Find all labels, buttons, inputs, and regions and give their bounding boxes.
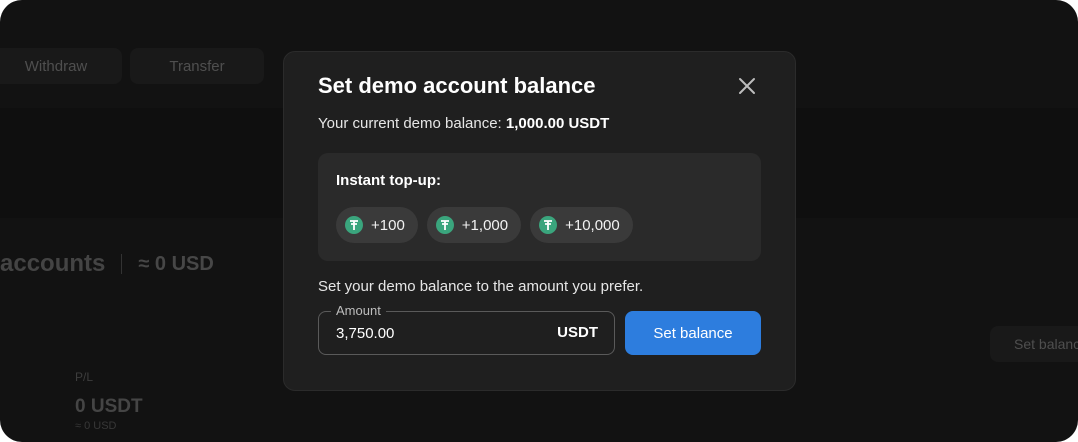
topup-chip-1000[interactable]: +1,000: [426, 207, 522, 243]
close-button[interactable]: [733, 72, 761, 100]
topup-chips: +100 +1,000 +10,000: [336, 207, 633, 243]
set-balance-button[interactable]: Set balance: [625, 311, 761, 355]
pl-value: 0 USDT: [75, 396, 143, 417]
topup-chip-100[interactable]: +100: [336, 207, 418, 243]
tether-icon: [435, 216, 454, 234]
current-balance: Your current demo balance: 1,000.00 USDT: [318, 114, 609, 134]
tether-icon: [345, 216, 363, 234]
topup-label: Instant top-up:: [336, 172, 441, 189]
accounts-heading: accounts ≈ 0 USD: [0, 250, 214, 278]
balance-amount: 1,000.00 USDT: [505, 115, 610, 132]
divider: [121, 254, 123, 274]
set-demo-balance-modal: Set demo account balance Your current de…: [283, 51, 796, 391]
close-icon: [739, 78, 755, 94]
background-set-balance-button: Set balance: [990, 326, 1078, 362]
pl-sub-value: ≈ 0 USD: [75, 420, 117, 432]
amount-input[interactable]: [336, 312, 536, 354]
pl-label: P/L: [75, 370, 94, 384]
amount-field: Amount USDT: [318, 302, 615, 355]
balance-prefix: Your current demo balance:: [318, 115, 502, 132]
chip-label: +100: [371, 216, 405, 234]
transfer-button: Transfer: [130, 48, 264, 84]
amount-unit: USDT: [557, 324, 598, 341]
modal-title: Set demo account balance: [318, 73, 596, 98]
app-frame: Withdraw Transfer accounts ≈ 0 USD Set b…: [0, 0, 1078, 442]
chip-label: +1,000: [461, 216, 509, 234]
tether-icon: [539, 216, 558, 234]
withdraw-button: Withdraw: [0, 48, 122, 84]
instant-topup-panel: Instant top-up: +100 +1,000 +10,000: [318, 153, 761, 261]
accounts-total: ≈ 0 USD: [138, 252, 214, 275]
chip-label: +10,000: [565, 216, 620, 234]
prefer-text: Set your demo balance to the amount you …: [318, 278, 644, 295]
accounts-title: accounts: [0, 250, 106, 277]
topup-chip-10000[interactable]: +10,000: [530, 207, 633, 243]
